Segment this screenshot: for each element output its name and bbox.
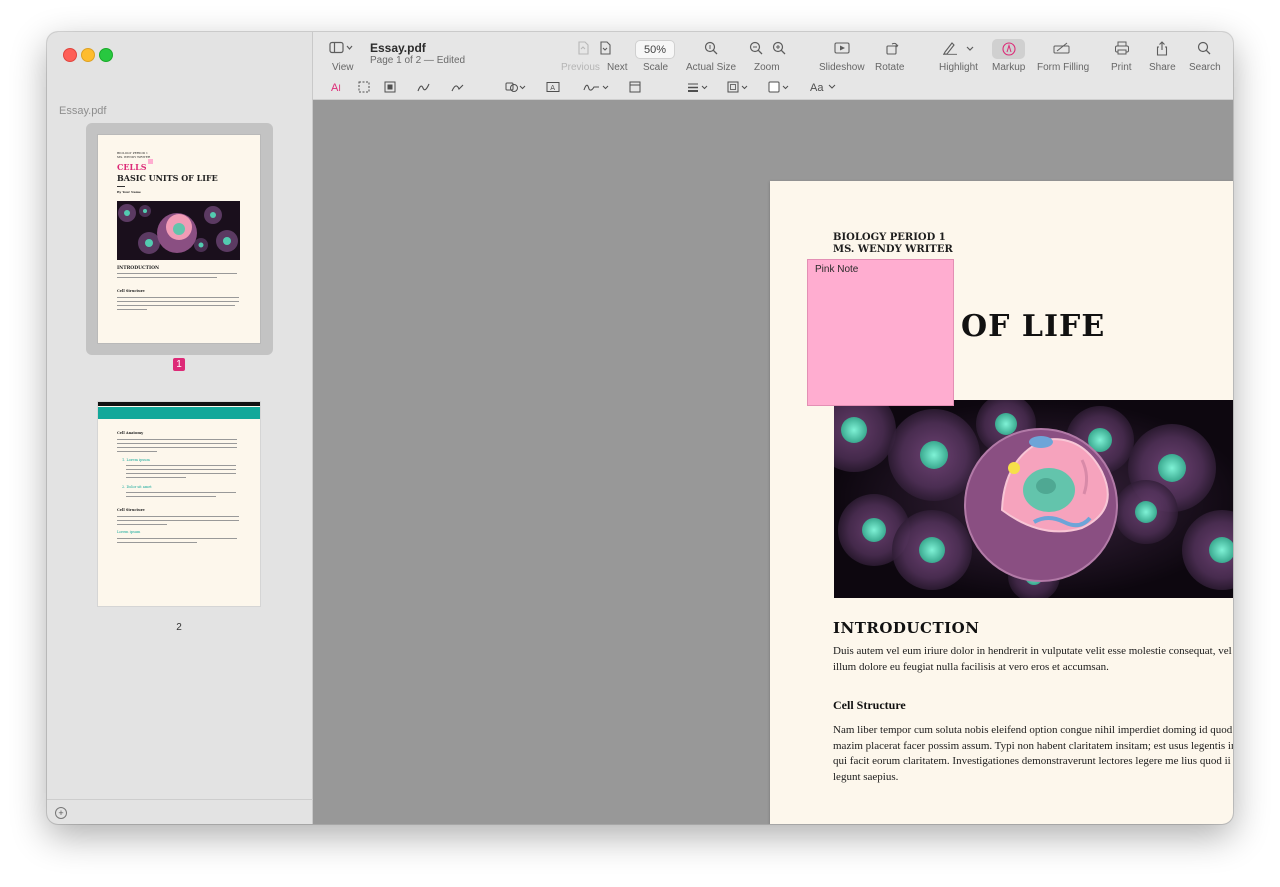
slideshow-icon[interactable] — [832, 41, 852, 57]
rectangular-selection-icon[interactable] — [358, 81, 370, 97]
line-style-icon[interactable] — [687, 81, 709, 97]
thumb1-intro: INTRODUCTION — [117, 266, 160, 271]
zoom-window-button[interactable] — [99, 48, 113, 62]
scale-label: Scale — [643, 62, 669, 73]
rotate-icon[interactable] — [882, 41, 902, 57]
zoom-label: Zoom — [754, 62, 780, 73]
next-label: Next — [607, 62, 628, 73]
highlight-options-chevron-icon[interactable] — [964, 41, 976, 57]
share-icon[interactable] — [1152, 41, 1172, 57]
slideshow-label: Slideshow — [819, 62, 865, 73]
pink-sticky-note[interactable]: Pink Note — [807, 259, 954, 406]
thumb1-cell-image — [117, 201, 240, 260]
page-thumbnail-1[interactable]: BIOLOGY PERIOD 1 MS. WENDY WRITER CELLS B… — [98, 135, 260, 343]
document-title: Essay.pdf — [370, 41, 426, 55]
markup-icon[interactable] — [999, 41, 1019, 57]
markup-label: Markup — [992, 62, 1026, 73]
sidebar-document-title: Essay.pdf — [59, 105, 107, 117]
thumb1-title: BASIC UNITS OF LIFE — [117, 173, 218, 183]
close-window-button[interactable] — [63, 48, 77, 62]
thumb2-anatomy: Cell Anatomy — [117, 431, 144, 435]
border-color-icon[interactable] — [727, 81, 749, 97]
actual-size-label: Actual Size — [686, 62, 737, 73]
draw-icon[interactable] — [451, 81, 464, 97]
thumb1-cells: CELLS — [117, 162, 147, 172]
zoom-in-icon[interactable] — [769, 41, 789, 57]
intro-heading: INTRODUCTION — [833, 619, 980, 637]
intro-paragraph: Duis autem vel eum iriure dolor in hendr… — [833, 645, 1232, 673]
thumb2-item1: 1. Lorem ipsum — [122, 458, 150, 462]
search-icon[interactable] — [1194, 41, 1214, 57]
text-selection-icon[interactable]: AI — [331, 81, 341, 95]
document-subtitle: Page 1 of 2 — Edited — [370, 55, 466, 66]
document-viewer: BIOLOGY PERIOD 1 MS. WENDY WRITER UNITS … — [314, 100, 1233, 824]
course-line: BIOLOGY PERIOD 1 — [833, 232, 946, 243]
text-style-button[interactable]: Aa — [810, 81, 837, 95]
print-label: Print — [1111, 62, 1132, 73]
form-filling-label: Form Filling — [1037, 62, 1090, 73]
next-page-icon[interactable] — [595, 41, 615, 57]
previous-label: Previous — [561, 62, 600, 73]
markup-toolbar: AI A Aa — [313, 76, 1233, 100]
shapes-icon[interactable] — [505, 81, 527, 97]
text-box-icon[interactable]: A — [546, 81, 560, 97]
add-page-icon[interactable]: + — [55, 807, 67, 819]
instant-alpha-icon[interactable] — [384, 81, 396, 97]
note-label: Pink Note — [815, 264, 859, 275]
thumb1-note-mark — [148, 159, 153, 164]
svg-text:A: A — [550, 84, 555, 92]
actual-size-icon[interactable] — [701, 41, 721, 57]
cell-illustration — [834, 400, 1233, 598]
view-label: View — [332, 62, 354, 73]
thumb2-lorem: Lorem ipsum — [117, 530, 141, 534]
thumb2-teal-banner — [98, 407, 260, 419]
rotate-label: Rotate — [875, 62, 905, 73]
cell-structure-paragraph: Nam liber tempor cum soluta nobis eleife… — [833, 724, 1233, 783]
zoom-out-icon[interactable] — [746, 41, 766, 57]
preview-window: Essay.pdf BIOLOGY PERIOD 1 MS. WENDY WRIT… — [47, 32, 1233, 824]
thumb2-item2: 2. Dolor sit amet — [122, 485, 152, 489]
thumb1-course: BIOLOGY PERIOD 1 MS. WENDY WRITER — [117, 151, 151, 159]
sidebar-view-icon[interactable] — [329, 41, 355, 57]
print-icon[interactable] — [1112, 41, 1132, 57]
thumb1-structure: Cell Structure — [117, 289, 145, 293]
thumb2-structure: Cell Structure — [117, 508, 145, 512]
cell-structure-heading: Cell Structure — [833, 698, 906, 712]
highlight-label: Highlight — [939, 62, 978, 73]
minimize-window-button[interactable] — [81, 48, 95, 62]
teacher-line: MS. WENDY WRITER — [833, 244, 953, 255]
note-icon[interactable] — [629, 81, 641, 97]
text-style-label: Aa — [810, 82, 824, 94]
thumbnail-sidebar: Essay.pdf BIOLOGY PERIOD 1 MS. WENDY WRIT… — [47, 32, 313, 824]
page-number-badge-1: 1 — [173, 358, 185, 371]
previous-page-icon[interactable] — [573, 41, 593, 57]
sign-icon[interactable] — [583, 81, 611, 97]
search-label: Search — [1189, 62, 1221, 73]
page-thumbnail-2[interactable]: Cell Anatomy 1. Lorem ipsum 2. Dolor sit… — [98, 402, 260, 606]
fill-color-icon[interactable] — [768, 81, 790, 97]
highlight-pen-icon[interactable] — [940, 41, 960, 57]
scale-field[interactable]: 50% — [635, 40, 675, 59]
page-course-header: BIOLOGY PERIOD 1 MS. WENDY WRITER — [833, 232, 953, 256]
share-label: Share — [1149, 62, 1176, 73]
sketch-icon[interactable] — [417, 81, 430, 97]
page-number-label-2: 2 — [176, 622, 182, 633]
form-filling-icon[interactable] — [1052, 41, 1072, 57]
